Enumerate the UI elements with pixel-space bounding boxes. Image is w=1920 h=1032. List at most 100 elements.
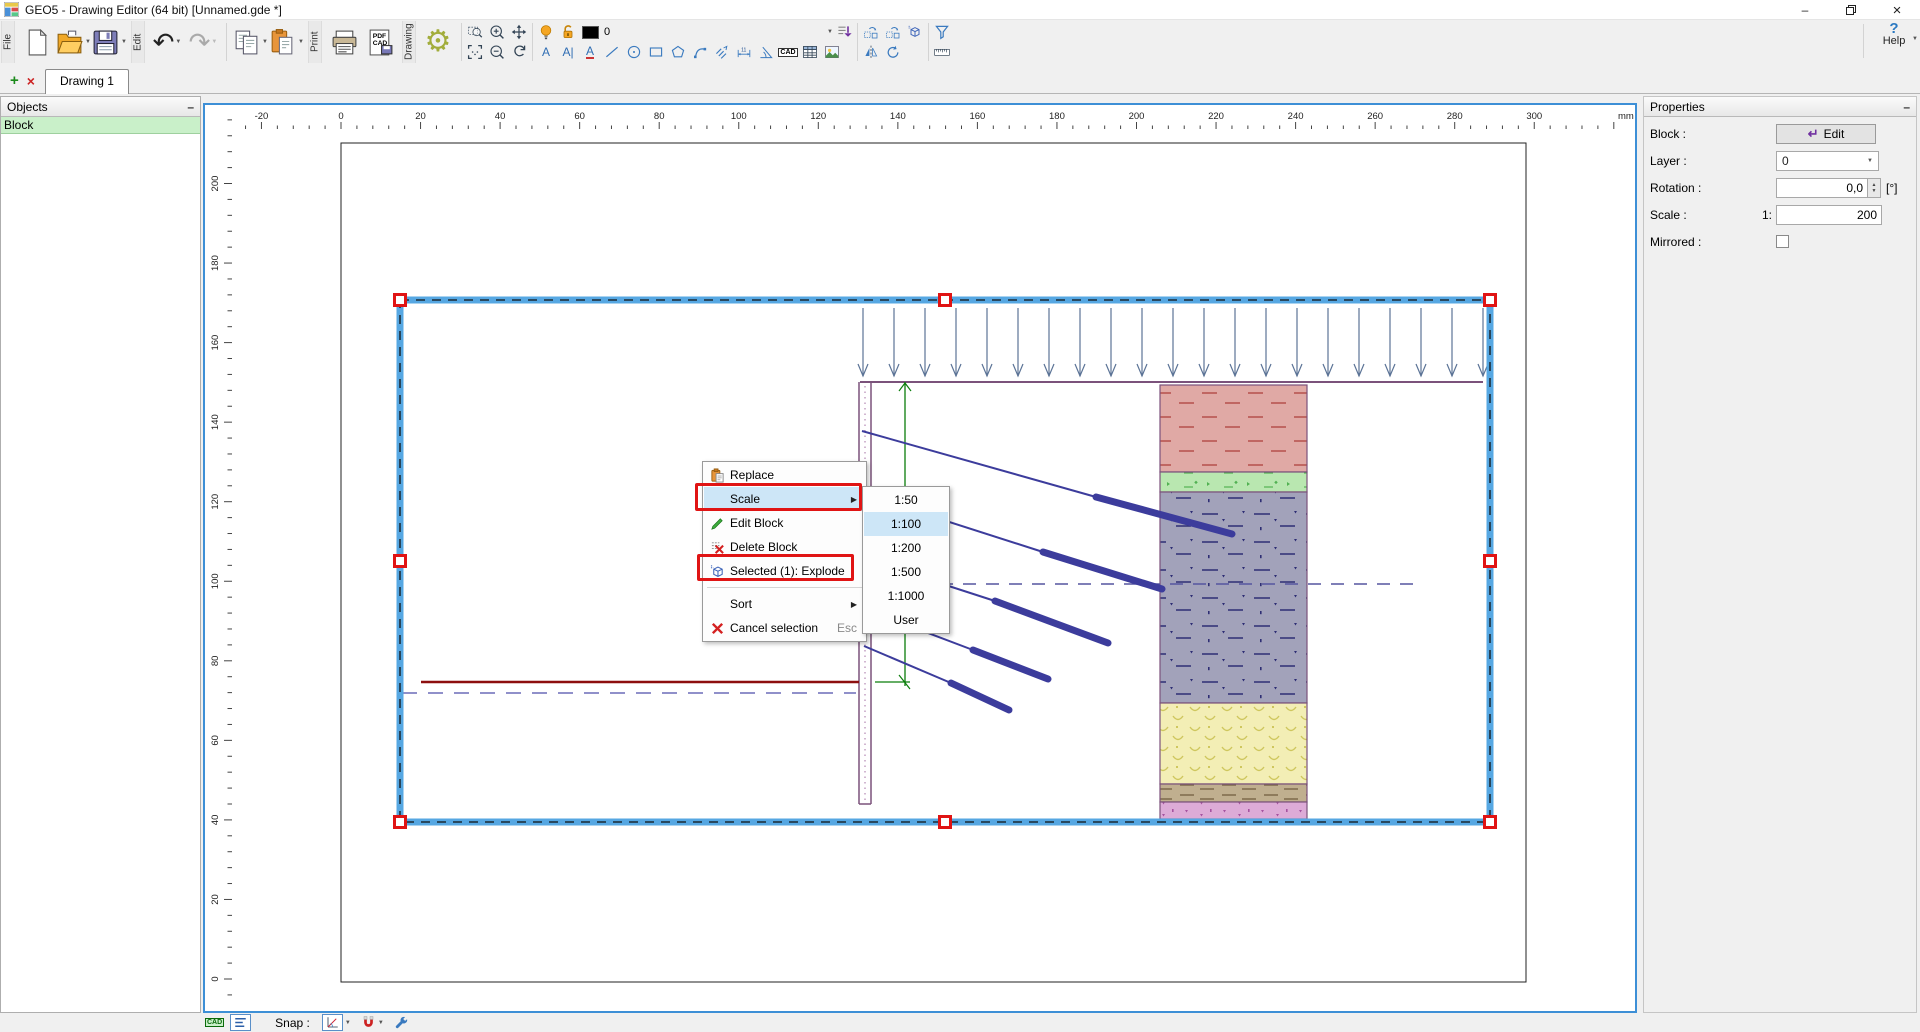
copy-block-button[interactable] <box>860 23 882 41</box>
copy-block-alt-button[interactable] <box>882 23 904 41</box>
svg-text:120: 120 <box>810 111 826 122</box>
paste-dropdown-arrow[interactable]: ▼ <box>298 39 304 45</box>
selection-handle[interactable] <box>1485 817 1496 828</box>
svg-text:220: 220 <box>1208 111 1224 122</box>
mirror-button[interactable] <box>860 43 882 61</box>
selection-handle[interactable] <box>395 295 406 306</box>
rotation-spinner[interactable]: ▲▼ <box>1868 178 1881 198</box>
arc-tool-button[interactable] <box>689 43 711 61</box>
polygon-tool-button[interactable] <box>667 43 689 61</box>
selection-handle[interactable] <box>940 295 951 306</box>
paste-button[interactable]: ▼ <box>268 22 304 62</box>
help-dropdown-arrow[interactable]: ▼ <box>1912 36 1918 42</box>
angle-dimension-button[interactable] <box>755 43 777 61</box>
angle-dimension-icon <box>758 44 774 60</box>
zoom-fit-button[interactable] <box>464 43 486 61</box>
text-tool-button[interactable]: A <box>535 43 557 61</box>
object-item-block[interactable]: Block <box>1 117 200 134</box>
menu-item-cancel-selection[interactable]: Cancel selectionEsc <box>704 616 865 640</box>
circle-tool-button[interactable] <box>623 43 645 61</box>
snap-mode-button[interactable] <box>322 1014 343 1031</box>
copy-button[interactable]: ▼ <box>232 22 268 62</box>
selection-handle[interactable] <box>940 817 951 828</box>
menu-item-selected-1-explode[interactable]: Selected (1): Explode <box>704 559 865 583</box>
scale-option-1-100[interactable]: 1:100 <box>864 512 948 536</box>
table-tool-button[interactable] <box>799 43 821 61</box>
redo-dropdown-arrow[interactable]: ▼ <box>211 39 217 45</box>
print-button[interactable] <box>326 22 362 62</box>
snap-settings-button[interactable] <box>394 1015 409 1030</box>
menu-item-delete-block[interactable]: Delete Block <box>704 535 865 559</box>
pan-button[interactable] <box>508 23 530 41</box>
undo-button[interactable]: ↶▼ <box>149 22 185 62</box>
close-button[interactable]: × <box>1874 0 1920 20</box>
scale-option-1-500[interactable]: 1:500 <box>864 560 948 584</box>
objects-minimize-button[interactable]: – <box>187 100 194 114</box>
rotate-button[interactable] <box>882 43 904 61</box>
block-edit-label: Edit <box>1824 127 1845 141</box>
view-rotate-button[interactable] <box>508 43 530 61</box>
scale-option-user[interactable]: User <box>864 608 948 632</box>
settings-button[interactable]: ⚙ <box>420 22 456 62</box>
new-document-button[interactable] <box>19 22 55 62</box>
selection-handle[interactable] <box>395 817 406 828</box>
line-settings-button[interactable] <box>230 1014 251 1031</box>
menu-item-replace[interactable]: Replace <box>704 463 865 487</box>
filter-button[interactable] <box>931 23 953 41</box>
undo-dropdown-arrow[interactable]: ▼ <box>175 39 181 45</box>
lock-button[interactable] <box>557 23 579 41</box>
scale-option-1-50[interactable]: 1:50 <box>864 488 948 512</box>
rectangle-tool-button[interactable] <box>645 43 667 61</box>
selection-handle[interactable] <box>1485 295 1496 306</box>
settings-gear-icon: ⚙ <box>425 28 452 56</box>
layer-select[interactable]: 0 ▼ <box>1776 151 1879 171</box>
menu-item-edit-block[interactable]: Edit Block <box>704 511 865 535</box>
cad-export-statusbar-button[interactable]: CAD <box>205 1018 224 1027</box>
cad-insert-button[interactable]: CAD <box>777 43 799 61</box>
minimize-button[interactable]: – <box>1782 0 1828 20</box>
menu-item-sort[interactable]: Sort▶ <box>704 592 865 616</box>
save-dropdown-arrow[interactable]: ▼ <box>121 39 127 45</box>
open-file-button[interactable]: ▼ <box>55 22 91 62</box>
line-tool-button[interactable] <box>601 43 623 61</box>
explode-3d-icon <box>907 24 923 40</box>
image-tool-button[interactable] <box>821 43 843 61</box>
block-edit-button[interactable]: ↵ Edit <box>1776 124 1876 144</box>
scale-option-1-200[interactable]: 1:200 <box>864 536 948 560</box>
redo-button[interactable]: ↷▼ <box>185 22 221 62</box>
help-button[interactable]: ? Help ▼ <box>1874 22 1914 47</box>
selection-handle[interactable] <box>1485 556 1496 567</box>
close-drawing-button[interactable]: × <box>27 73 35 89</box>
add-drawing-button[interactable]: + <box>10 72 19 89</box>
svg-text:200: 200 <box>1129 111 1145 122</box>
restore-button[interactable] <box>1828 0 1874 20</box>
selection-handle[interactable] <box>395 556 406 567</box>
help-label: Help <box>1874 35 1914 47</box>
multiline-text-button[interactable]: A| <box>557 43 579 61</box>
assign-layer-button[interactable] <box>833 23 855 41</box>
menu-item-scale[interactable]: Scale▶ <box>704 487 865 511</box>
copy-block-alt-icon <box>885 24 901 40</box>
export-pdf-cad-button[interactable]: PDFCAD <box>362 22 398 62</box>
explode-button[interactable] <box>904 23 926 41</box>
scale-option-1-1000[interactable]: 1:1000 <box>864 584 948 608</box>
mirrored-checkbox[interactable] <box>1776 235 1789 248</box>
save-file-button[interactable]: ▼ <box>91 22 127 62</box>
hatch-tool-button[interactable] <box>711 43 733 61</box>
scale-prefix: 1: <box>1750 208 1772 222</box>
zoom-in-button[interactable] <box>486 23 508 41</box>
visibility-button[interactable] <box>535 23 557 41</box>
magnet-arrow[interactable]: ▼ <box>378 1020 384 1026</box>
snap-mode-arrow[interactable]: ▼ <box>345 1020 351 1026</box>
color-swatch-button[interactable] <box>579 23 601 41</box>
tab-drawing-1[interactable]: Drawing 1 <box>45 69 129 94</box>
zoom-out-button[interactable] <box>486 43 508 61</box>
scale-input[interactable] <box>1776 205 1882 225</box>
dimension-tool-button[interactable]: 11 <box>733 43 755 61</box>
properties-minimize-button[interactable]: – <box>1903 100 1910 114</box>
rotation-input[interactable] <box>1776 178 1868 198</box>
zoom-selection-button[interactable] <box>464 23 486 41</box>
measure-button[interactable] <box>931 43 953 61</box>
magnet-button[interactable] <box>361 1015 376 1030</box>
underline-text-button[interactable]: A <box>579 43 601 61</box>
